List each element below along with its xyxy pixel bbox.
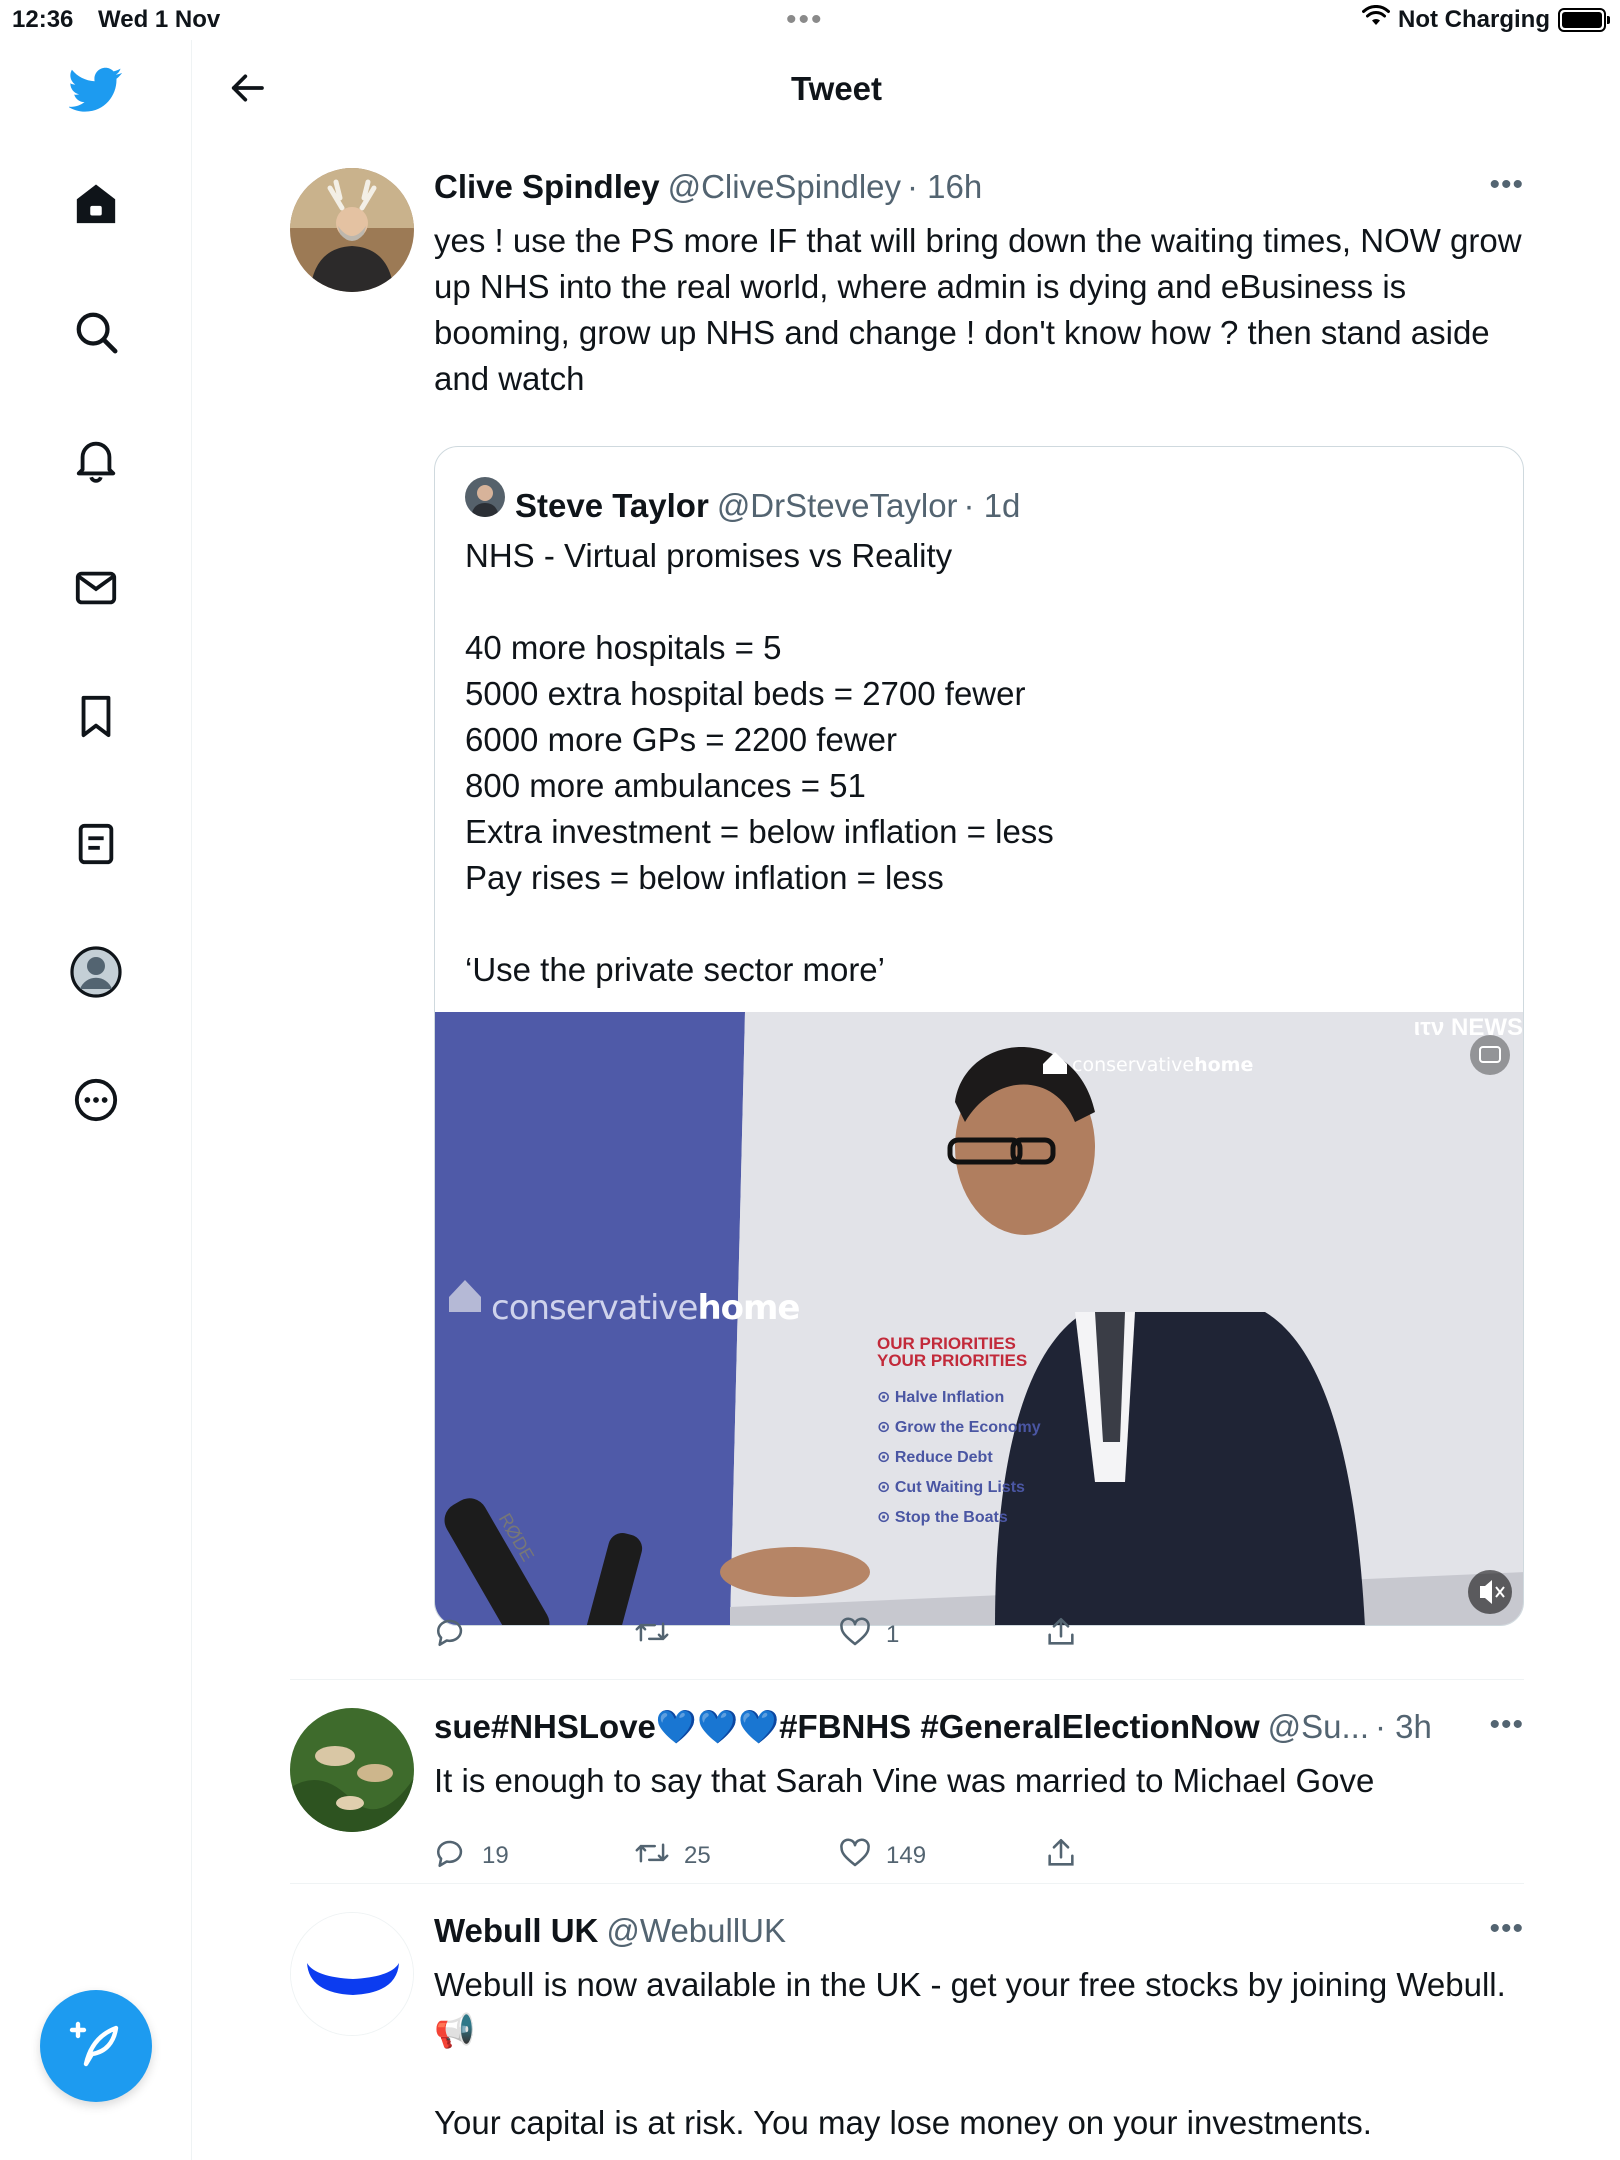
status-date: Wed 1 Nov xyxy=(98,6,221,33)
retweet-count: 25 xyxy=(684,1842,711,1869)
board-title-2: YOUR PRIORITIES xyxy=(877,1351,1028,1370)
watermark-bold-text: home xyxy=(697,1288,800,1328)
multitasking-dots[interactable]: ••• xyxy=(786,3,824,37)
priority-item: ⊙ Stop the Boats xyxy=(877,1509,1008,1526)
divider xyxy=(290,1679,1524,1680)
twitter-bird-icon[interactable] xyxy=(66,60,126,120)
like-button[interactable]: 149 xyxy=(838,1831,926,1881)
charging-status: Not Charging xyxy=(1398,5,1550,33)
quoted-author-name: Steve Taylor xyxy=(515,487,709,524)
author-handle[interactable]: @Su... xyxy=(1268,1708,1369,1746)
retweet-icon xyxy=(634,1615,670,1656)
reply-icon xyxy=(434,1836,468,1877)
corner-watermark-light: conservative xyxy=(1072,1054,1195,1076)
tweet-actions: 1 xyxy=(434,1610,1134,1660)
lists-icon[interactable] xyxy=(66,814,126,874)
avatar[interactable] xyxy=(290,168,414,292)
author-name[interactable]: Webull UK xyxy=(434,1912,598,1950)
tweet-time[interactable]: · 16h xyxy=(907,168,982,206)
status-time: 12:36 xyxy=(12,6,74,33)
share-button[interactable] xyxy=(1044,1831,1078,1881)
author-handle[interactable]: @CliveSpindley xyxy=(668,168,901,206)
more-options-icon[interactable]: ••• xyxy=(1489,168,1524,202)
video-player[interactable]: conservativehome conservativehome ιτν NE… xyxy=(435,1012,1523,1625)
compose-icon xyxy=(68,2016,124,2077)
like-button[interactable]: 1 xyxy=(838,1610,899,1660)
divider xyxy=(290,1883,1524,1884)
tweet-text: It is enough to say that Sarah Vine was … xyxy=(434,1762,1375,1799)
retweet-icon xyxy=(634,1836,670,1877)
board-title-1: OUR PRIORITIES xyxy=(877,1334,1016,1353)
priority-item: ⊙ Reduce Debt xyxy=(877,1449,993,1466)
page-title: Tweet xyxy=(790,70,883,107)
reply-icon xyxy=(434,1615,468,1656)
side-nav xyxy=(0,40,192,2160)
priority-item: ⊙ Halve Inflation xyxy=(877,1389,1005,1406)
author-name[interactable]: sue#NHSLove💙💙💙#FBNHS #GeneralElectionNow xyxy=(434,1708,1260,1747)
reply-count: 19 xyxy=(482,1842,509,1869)
like-count: 1 xyxy=(886,1621,900,1648)
home-icon[interactable] xyxy=(66,174,126,234)
bookmark-icon[interactable] xyxy=(66,686,126,746)
retweet-button[interactable] xyxy=(634,1610,684,1660)
quoted-tweet-time: · 1d xyxy=(963,487,1021,524)
corner-watermark-bold: home xyxy=(1194,1054,1254,1076)
priority-item: ⊙ Grow the Economy xyxy=(877,1419,1041,1436)
compose-button[interactable] xyxy=(40,1990,152,2102)
wifi-icon xyxy=(1362,4,1391,34)
author-handle[interactable]: @WebullUK xyxy=(606,1912,786,1950)
bell-icon[interactable] xyxy=(66,430,126,490)
tweet-text: Webull is now available in the UK - get … xyxy=(434,1966,1506,2141)
more-options-icon[interactable]: ••• xyxy=(1489,1708,1524,1742)
quoted-tweet[interactable]: Steve Taylor @DrSteveTaylor · 1d NHS - V… xyxy=(434,446,1524,1626)
reply-button[interactable] xyxy=(434,1610,482,1660)
priorities-board: OUR PRIORITIES YOUR PRIORITIES ⊙ Halve I… xyxy=(877,1335,1041,1533)
tweet-header: Tweet xyxy=(193,40,1620,140)
more-options-icon[interactable]: ••• xyxy=(1489,1912,1524,1946)
corner-watermark: conservativehome xyxy=(1072,1054,1253,1076)
reply-button[interactable]: 19 xyxy=(434,1831,509,1881)
watermark: conservativehome xyxy=(491,1288,801,1328)
more-circle-icon[interactable] xyxy=(66,1070,126,1130)
watermark-light-text: conservative xyxy=(491,1288,698,1328)
avatar[interactable] xyxy=(290,1708,414,1832)
status-bar: 12:36 Wed 1 Nov ••• Not Charging xyxy=(0,0,1620,40)
quoted-tweet-text: NHS - Virtual promises vs Reality 40 mor… xyxy=(465,537,1054,988)
battery-icon xyxy=(1558,7,1610,32)
tweet-time[interactable]: · 3h xyxy=(1375,1708,1432,1746)
tweet-text: yes ! use the PS more IF that will bring… xyxy=(434,222,1522,397)
quoted-author-handle: @DrSteveTaylor xyxy=(716,487,958,524)
mute-icon[interactable] xyxy=(1469,1571,1515,1617)
heart-icon xyxy=(838,1615,872,1656)
priority-item: ⊙ Cut Waiting Lists xyxy=(877,1479,1025,1496)
tweet-actions: 19 25 149 xyxy=(434,1831,1134,1881)
author-name[interactable]: Clive Spindley xyxy=(434,168,660,206)
retweet-button[interactable]: 25 xyxy=(634,1831,711,1881)
search-icon[interactable] xyxy=(66,302,126,362)
share-icon xyxy=(1044,1615,1078,1656)
mail-icon[interactable] xyxy=(66,558,126,618)
like-count: 149 xyxy=(886,1842,927,1869)
share-button[interactable] xyxy=(1044,1610,1078,1660)
profile-icon[interactable] xyxy=(66,942,126,1002)
share-icon xyxy=(1044,1836,1078,1877)
heart-icon xyxy=(838,1836,872,1877)
itv-news-logo: ιτν NEWS xyxy=(1413,1014,1523,1041)
avatar[interactable] xyxy=(290,1912,414,2036)
quoted-avatar xyxy=(465,477,505,517)
